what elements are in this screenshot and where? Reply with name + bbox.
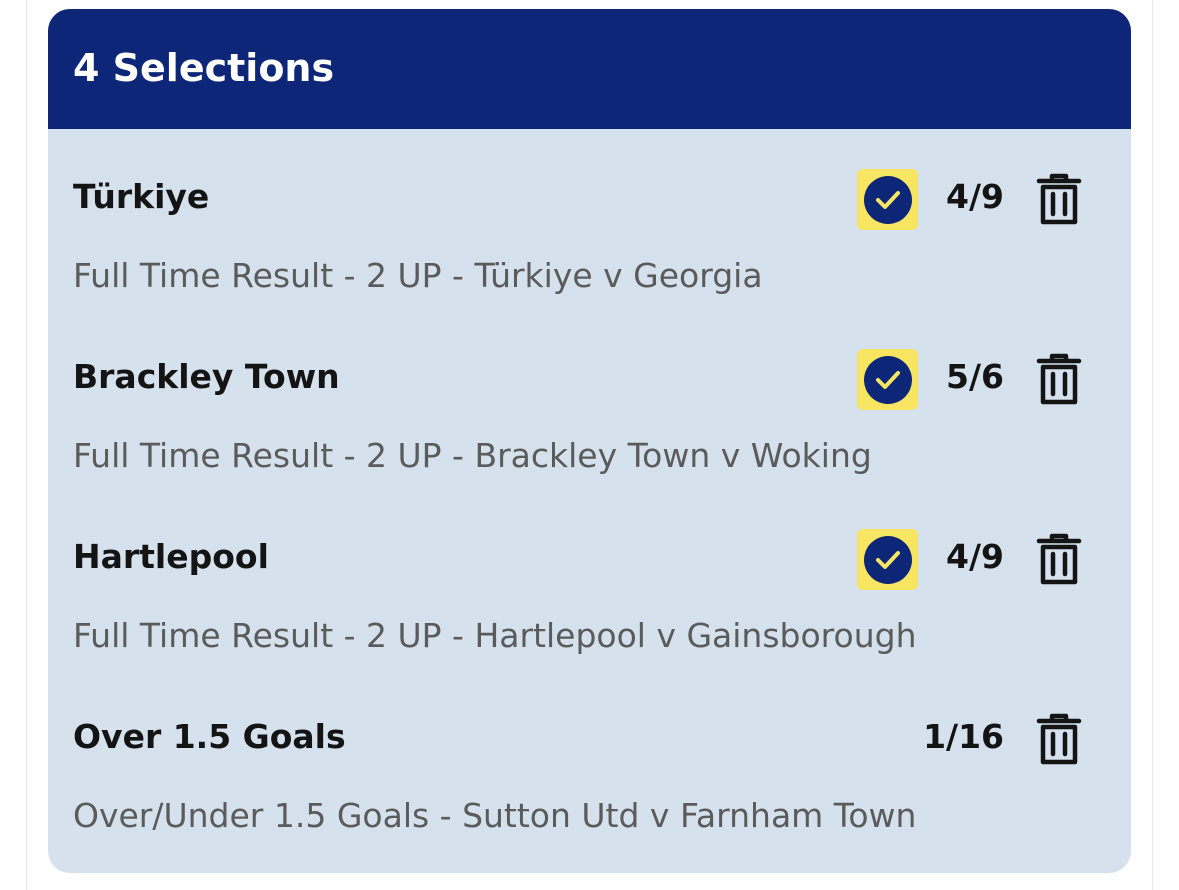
boost-toggle[interactable]	[857, 169, 918, 230]
trash-icon[interactable]	[1035, 531, 1083, 587]
selection-name: Türkiye	[73, 177, 210, 216]
selection-odds[interactable]: 1/16	[923, 717, 1004, 756]
trash-icon[interactable]	[1035, 711, 1083, 767]
selection-odds[interactable]: 4/9	[946, 537, 1004, 576]
bet-slip-card: 4 Selections Türkiye 4/9 Full Time Resul…	[48, 9, 1131, 873]
trash-icon[interactable]	[1035, 171, 1083, 227]
selection-odds[interactable]: 4/9	[946, 177, 1004, 216]
selection-name: Hartlepool	[73, 537, 269, 576]
selection-description: Over/Under 1.5 Goals - Sutton Utd v Farn…	[73, 796, 917, 835]
check-circle-icon	[863, 175, 912, 224]
selection-item: Brackley Town 5/6 Full Time Result - 2 U…	[48, 309, 1131, 489]
right-frame-divider	[1152, 0, 1153, 890]
boost-toggle[interactable]	[857, 349, 918, 410]
selections-count-title: 4 Selections	[73, 46, 335, 90]
bet-slip-header: 4 Selections	[48, 9, 1131, 129]
boost-toggle[interactable]	[857, 529, 918, 590]
selection-name: Brackley Town	[73, 357, 340, 396]
check-circle-icon	[863, 535, 912, 584]
selection-item: Hartlepool 4/9 Full Time Result - 2 UP -…	[48, 489, 1131, 669]
selection-name: Over 1.5 Goals	[73, 717, 346, 756]
check-circle-icon	[863, 355, 912, 404]
selection-item: Türkiye 4/9 Full Time Result - 2 UP - Tü…	[48, 129, 1131, 309]
selection-description: Full Time Result - 2 UP - Hartlepool v G…	[73, 616, 917, 655]
left-frame-divider	[26, 0, 27, 890]
trash-icon[interactable]	[1035, 351, 1083, 407]
selection-description: Full Time Result - 2 UP - Brackley Town …	[73, 436, 872, 475]
selection-item: Over 1.5 Goals 1/16 Over/Under 1.5 Goals…	[48, 669, 1131, 849]
selection-odds[interactable]: 5/6	[946, 357, 1004, 396]
selection-description: Full Time Result - 2 UP - Türkiye v Geor…	[73, 256, 763, 295]
